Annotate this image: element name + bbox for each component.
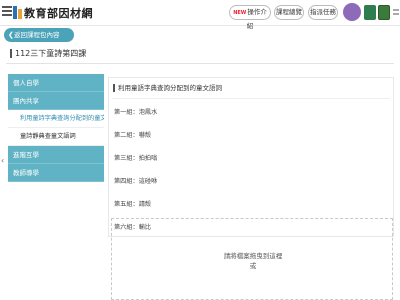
back-label: 返回課程包內容 xyxy=(14,31,60,39)
link-icon[interactable] xyxy=(392,6,400,18)
task-panel: 利用童語字典查詢分配到的童文語詞 第一組：泡鳳水 第二組：嚇殼 第三組：拍拍嗡 … xyxy=(108,77,394,237)
drop-zone-line1: 請將檔案拖曳到這裡 xyxy=(223,252,283,260)
sidebar: 個人自學 團內共享 利用童詩字典查詢分配到的童文語詞 童詩靜典查童文語詞 進階互… xyxy=(8,74,104,182)
group-item: 第五組：請殼 xyxy=(114,201,152,208)
tutorial-label: 操作介紹 xyxy=(246,8,267,30)
site-title[interactable]: 教育部因材網 xyxy=(24,5,93,21)
hamburger-menu-icon[interactable] xyxy=(2,6,12,18)
logo-icon xyxy=(13,6,22,19)
top-bar: 教育部因材網 NEW操作介紹 課程總覽 指派任務 xyxy=(0,0,400,30)
sidebar-subitem-dictionary-lookup[interactable]: 利用童詩字典查詢分配到的童文語詞 xyxy=(8,110,104,128)
drop-zone-line2: 或 xyxy=(249,262,257,270)
tutorial-button[interactable]: NEW操作介紹 xyxy=(229,5,271,30)
sidebar-item-advanced-study[interactable]: 進階互學 xyxy=(8,146,104,164)
group-item: 第三組：拍拍嗡 xyxy=(114,155,158,162)
divider xyxy=(6,63,394,64)
drop-zone-text: 請將檔案拖曳到這裡 或 xyxy=(112,251,394,271)
course-overview-button[interactable]: 課程總覽 xyxy=(274,5,304,20)
chevron-left-icon: ❮ xyxy=(8,31,14,39)
app-icon-profile[interactable] xyxy=(378,5,390,20)
sidebar-item-group-share[interactable]: 團內共享 xyxy=(8,92,104,110)
group-item: 第二組：嚇殼 xyxy=(114,132,152,139)
back-to-course-button[interactable]: ❮ 返回課程包內容 xyxy=(4,28,74,42)
assign-task-button[interactable]: 指派任務 xyxy=(308,5,338,20)
collapse-sidebar-icon[interactable]: ‹ xyxy=(1,156,4,165)
file-drop-zone[interactable]: 請將檔案拖曳到這裡 或 xyxy=(111,218,393,300)
group-item: 第一組：泡鳳水 xyxy=(114,109,158,116)
avatar[interactable] xyxy=(343,3,361,21)
course-title: 112三下童詩第四課 xyxy=(10,49,86,58)
sidebar-subitem-dictionary-search[interactable]: 童詩靜典查童文語詞 xyxy=(8,128,104,146)
panel-title: 利用童語字典查詢分配到的童文語詞 xyxy=(113,84,222,92)
group-item: 第四組：這碰咻 xyxy=(114,178,158,185)
app-icon-green[interactable] xyxy=(364,5,376,20)
divider xyxy=(112,98,390,99)
new-badge: NEW xyxy=(233,10,247,16)
sidebar-item-self-study[interactable]: 個人自學 xyxy=(8,74,104,92)
sidebar-item-teacher-guided[interactable]: 教師導學 xyxy=(8,164,104,182)
